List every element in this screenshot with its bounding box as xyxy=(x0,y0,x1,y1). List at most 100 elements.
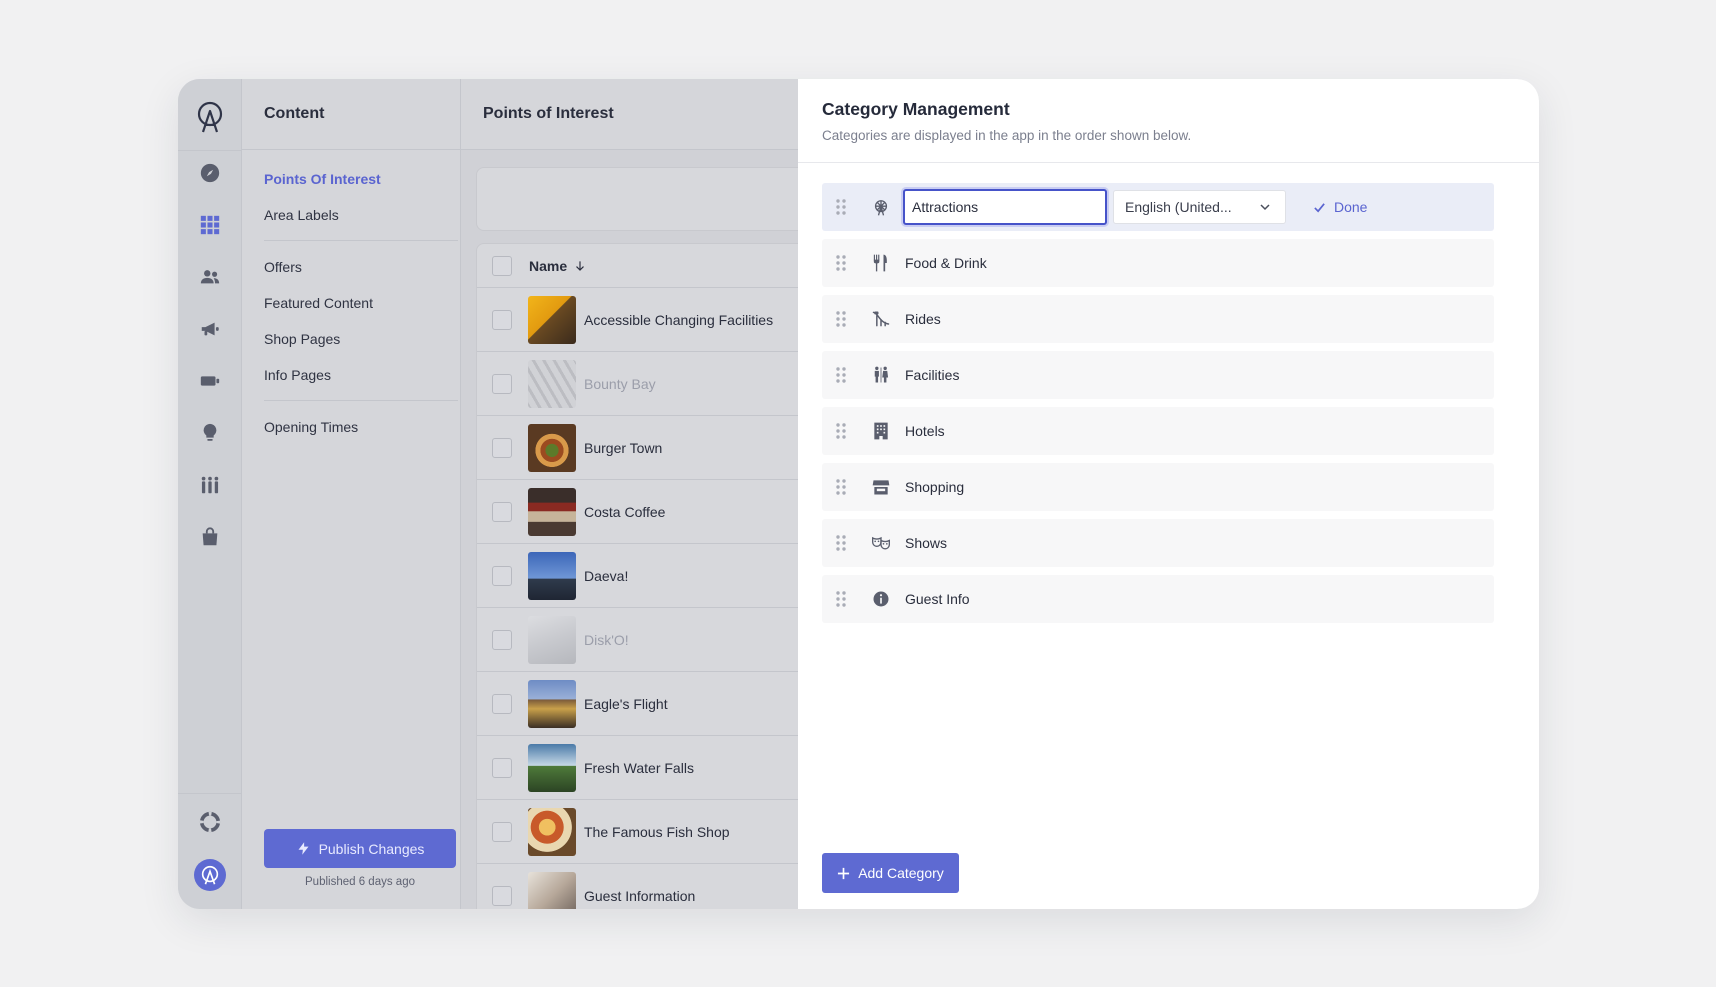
row-checkbox[interactable] xyxy=(492,693,512,714)
poi-thumbnail xyxy=(528,423,576,472)
points-of-interest-list: Points of Interest Name Accessible Chang… xyxy=(461,79,816,909)
poi-name: Costa Coffee xyxy=(584,503,666,520)
grid-icon[interactable] xyxy=(178,207,242,243)
table-row[interactable]: Daeva! xyxy=(477,544,815,608)
poi-name: Guest Information xyxy=(584,887,696,904)
category-label: Hotels xyxy=(905,423,945,439)
lightbulb-icon[interactable] xyxy=(178,415,242,451)
table-row[interactable]: Bounty Bay xyxy=(477,352,815,416)
content-sidebar: Content Points Of Interest Area Labels O… xyxy=(242,79,461,909)
row-checkbox[interactable] xyxy=(492,757,512,778)
compass-icon[interactable] xyxy=(178,155,242,191)
poi-name: Bounty Bay xyxy=(584,375,656,392)
queue-icon[interactable] xyxy=(178,467,242,503)
done-button[interactable]: Done xyxy=(1313,199,1367,215)
table-row[interactable]: Eagle's Flight xyxy=(477,672,815,736)
category-row[interactable]: Food & Drink xyxy=(822,239,1494,287)
row-checkbox[interactable] xyxy=(492,309,512,330)
category-label: Facilities xyxy=(905,367,960,383)
sidebar-item-opening-times[interactable]: Opening Times xyxy=(264,419,358,435)
poi-name: Fresh Water Falls xyxy=(584,759,694,776)
sidebar-item-shop-pages[interactable]: Shop Pages xyxy=(264,331,340,347)
table-row[interactable]: The Famous Fish Shop xyxy=(477,800,815,864)
table-row[interactable]: Burger Town xyxy=(477,416,815,480)
category-row[interactable]: Hotels xyxy=(822,407,1494,455)
row-checkbox[interactable] xyxy=(492,885,512,906)
poi-thumbnail xyxy=(528,615,576,664)
row-checkbox[interactable] xyxy=(492,437,512,458)
category-management-panel: Category Management Categories are displ… xyxy=(798,79,1539,909)
category-row[interactable]: Shows xyxy=(822,519,1494,567)
ferris-wheel-icon xyxy=(870,196,892,218)
sidebar-item-featured-content[interactable]: Featured Content xyxy=(264,295,373,311)
category-label: Food & Drink xyxy=(905,255,987,271)
drag-handle-icon[interactable] xyxy=(835,310,847,328)
plus-icon xyxy=(838,867,850,879)
table-row[interactable]: Fresh Water Falls xyxy=(477,736,815,800)
row-checkbox[interactable] xyxy=(492,629,512,650)
language-select[interactable]: English (United... xyxy=(1113,190,1286,224)
row-checkbox[interactable] xyxy=(492,501,512,522)
chevron-down-icon xyxy=(1260,204,1270,211)
poi-title: Points of Interest xyxy=(461,79,798,150)
lightning-icon xyxy=(298,842,309,855)
category-label: Shows xyxy=(905,535,948,551)
row-checkbox[interactable] xyxy=(492,821,512,842)
category-name-input[interactable] xyxy=(903,189,1107,225)
sort-descending-icon xyxy=(576,260,585,271)
account-avatar-icon[interactable] xyxy=(194,859,226,891)
info-icon xyxy=(870,588,892,610)
drag-handle-icon[interactable] xyxy=(835,254,847,272)
poi-name: Burger Town xyxy=(584,439,663,456)
row-checkbox[interactable] xyxy=(492,565,512,586)
poi-thumbnail xyxy=(528,679,576,728)
drag-handle-icon[interactable] xyxy=(835,366,847,384)
drag-handle-icon[interactable] xyxy=(835,478,847,496)
language-select-value: English (United... xyxy=(1125,199,1232,215)
row-checkbox[interactable] xyxy=(492,373,512,394)
content-sidebar-title: Content xyxy=(242,79,460,150)
add-category-button[interactable]: Add Category xyxy=(822,853,959,893)
sidebar-item-area-labels[interactable]: Area Labels xyxy=(264,207,339,223)
restroom-icon xyxy=(870,364,892,386)
panel-subtitle: Categories are displayed in the app in t… xyxy=(822,128,1192,143)
drag-handle-icon[interactable] xyxy=(835,198,847,216)
poi-thumbnail xyxy=(528,295,576,344)
drag-handle-icon[interactable] xyxy=(835,590,847,608)
poi-thumbnail xyxy=(528,871,576,909)
storefront-icon xyxy=(870,476,892,498)
category-row[interactable]: Rides xyxy=(822,295,1494,343)
rollercoaster-icon xyxy=(870,308,892,330)
drag-handle-icon[interactable] xyxy=(835,422,847,440)
drag-handle-icon[interactable] xyxy=(835,534,847,552)
megaphone-icon[interactable] xyxy=(178,311,242,347)
poi-name: The Famous Fish Shop xyxy=(584,823,730,840)
table-row[interactable]: Accessible Changing Facilities xyxy=(477,288,815,352)
table-row[interactable]: Disk'O! xyxy=(477,608,815,672)
category-row[interactable]: Facilities xyxy=(822,351,1494,399)
app-logo-icon[interactable] xyxy=(194,99,226,135)
name-column-label: Name xyxy=(529,257,568,274)
sidebar-item-info-pages[interactable]: Info Pages xyxy=(264,367,331,383)
category-row[interactable]: Shopping xyxy=(822,463,1494,511)
category-label: Shopping xyxy=(905,479,965,495)
table-row[interactable]: Guest Information xyxy=(477,864,815,909)
ticket-icon[interactable] xyxy=(178,363,242,399)
shopping-bag-icon[interactable] xyxy=(178,519,242,555)
app-window: Content Points Of Interest Area Labels O… xyxy=(178,79,1539,909)
sidebar-item-offers[interactable]: Offers xyxy=(264,259,302,275)
poi-name: Disk'O! xyxy=(584,631,629,648)
poi-thumbnail xyxy=(528,807,576,856)
name-column-header[interactable]: Name xyxy=(529,258,587,274)
users-icon[interactable] xyxy=(178,259,242,295)
table-row[interactable]: Costa Coffee xyxy=(477,480,815,544)
poi-name: Eagle's Flight xyxy=(584,695,668,712)
select-all-checkbox[interactable] xyxy=(492,255,512,276)
category-label: Guest Info xyxy=(905,591,970,607)
lifebuoy-icon[interactable] xyxy=(178,804,242,840)
sidebar-item-points-of-interest[interactable]: Points Of Interest xyxy=(264,171,381,187)
publish-changes-button[interactable]: Publish Changes xyxy=(264,829,456,868)
done-label: Done xyxy=(1334,199,1368,215)
category-row[interactable]: Guest Info xyxy=(822,575,1494,623)
icon-rail xyxy=(178,79,242,909)
